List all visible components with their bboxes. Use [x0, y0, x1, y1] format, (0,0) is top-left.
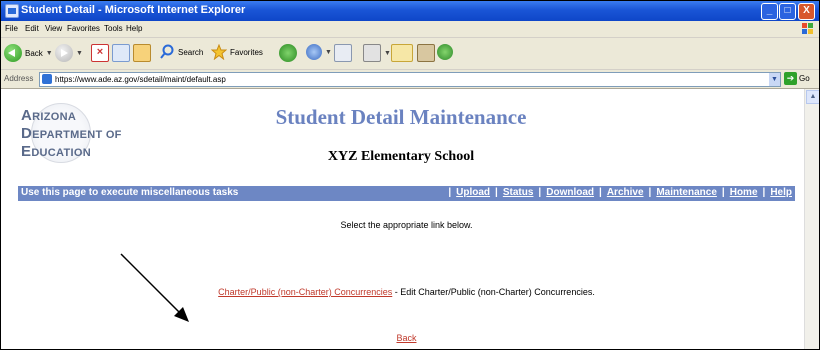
- address-input[interactable]: https://www.ade.az.gov/sdetail/maint/def…: [39, 72, 781, 87]
- menu-tools[interactable]: Tools: [104, 24, 123, 33]
- mail-icon: [334, 44, 352, 62]
- messenger-icon: [437, 44, 453, 60]
- nav-separator: |: [721, 187, 725, 198]
- menu-bar: File Edit View Favorites Tools Help: [1, 21, 819, 38]
- nav-hint: Use this page to execute miscellaneous t…: [21, 187, 239, 198]
- scroll-up-icon[interactable]: ▲: [806, 90, 819, 104]
- folder-icon: [391, 44, 413, 62]
- nav-link-upload[interactable]: Upload: [456, 187, 490, 198]
- search-button[interactable]: Search: [159, 44, 203, 60]
- toolbar: Back ▼ ▼ × Search Favorites ▼ ▼: [1, 38, 819, 70]
- menu-favorites[interactable]: Favorites: [67, 24, 100, 33]
- address-label: Address: [4, 74, 34, 83]
- nav-link-status[interactable]: Status: [503, 187, 534, 198]
- media-button[interactable]: [279, 44, 297, 62]
- instruction-text: Select the appropriate link below.: [340, 220, 473, 230]
- stop-icon: ×: [91, 44, 109, 62]
- chevron-down-icon[interactable]: ▼: [769, 73, 780, 86]
- nav-bar: Use this page to execute miscellaneous t…: [18, 186, 795, 201]
- back-icon: [4, 44, 22, 62]
- media-icon: [279, 44, 297, 62]
- research-button[interactable]: [417, 44, 435, 62]
- refresh-icon: [112, 44, 130, 62]
- stop-button[interactable]: ×: [91, 44, 109, 62]
- search-icon: [160, 44, 174, 59]
- chevron-down-icon: ▼: [325, 48, 332, 56]
- concurrency-row: Charter/Public (non-Charter) Concurrenci…: [18, 287, 795, 297]
- favorites-button[interactable]: Favorites: [211, 44, 263, 60]
- favorites-star-icon: [211, 44, 227, 60]
- windows-logo-icon: [802, 23, 813, 34]
- search-label: Search: [178, 47, 204, 57]
- menu-file[interactable]: File: [5, 24, 18, 33]
- nav-link-home[interactable]: Home: [730, 187, 758, 198]
- menu-help[interactable]: Help: [126, 24, 142, 33]
- nav-link-download[interactable]: Download: [546, 187, 594, 198]
- edit-button[interactable]: [391, 44, 413, 62]
- home-icon: [133, 44, 151, 62]
- nav-separator: |: [448, 187, 452, 198]
- mail-button[interactable]: [334, 44, 352, 62]
- menu-edit[interactable]: Edit: [25, 24, 39, 33]
- go-label: Go: [799, 74, 810, 83]
- logo-line-education: EDUCATION: [21, 143, 91, 160]
- nav-link-archive[interactable]: Archive: [607, 187, 644, 198]
- go-button[interactable]: ➔ Go: [784, 72, 810, 85]
- print-icon: [363, 44, 381, 62]
- logo-line-department: DEPARTMENT OF: [21, 125, 122, 142]
- messenger-button[interactable]: [437, 44, 453, 60]
- minimize-button[interactable]: _: [761, 3, 778, 20]
- ie-app-icon: [5, 4, 19, 18]
- chevron-down-icon: ▼: [384, 49, 391, 57]
- ie-page-icon: [42, 74, 52, 84]
- nav-links: | Upload | Status | Download | Archive |…: [443, 187, 795, 198]
- title-bar: Student Detail - Microsoft Internet Expl…: [1, 1, 819, 21]
- research-icon: [417, 44, 435, 62]
- back-link[interactable]: Back: [396, 333, 416, 343]
- nav-separator: |: [495, 187, 498, 198]
- close-button[interactable]: X: [798, 3, 815, 20]
- school-name: XYZ Elementary School: [327, 149, 475, 164]
- logo-line-arizona: ARIZONA: [21, 107, 77, 124]
- window-title: Student Detail - Microsoft Internet Expl…: [21, 4, 246, 16]
- concurrency-link[interactable]: Charter/Public (non-Charter) Concurrenci…: [218, 287, 392, 297]
- refresh-button[interactable]: [112, 44, 130, 62]
- forward-icon: [55, 44, 73, 62]
- chevron-down-icon: ▼: [76, 49, 83, 57]
- nav-separator: |: [599, 187, 602, 198]
- maximize-button[interactable]: □: [779, 3, 796, 20]
- nav-separator: |: [538, 187, 542, 198]
- nav-link-maintenance[interactable]: Maintenance: [656, 187, 717, 198]
- address-url: https://www.ade.az.gov/sdetail/maint/def…: [55, 75, 226, 84]
- back-row: Back: [18, 333, 795, 343]
- favorites-label: Favorites: [230, 47, 263, 57]
- nav-link-help[interactable]: Help: [770, 187, 795, 198]
- page-title: Student Detail Maintenance: [275, 105, 527, 129]
- forward-button[interactable]: ▼: [55, 44, 83, 62]
- nav-separator: |: [648, 187, 652, 198]
- history-icon: [306, 44, 322, 60]
- back-label: Back: [25, 48, 43, 58]
- go-arrow-icon: ➔: [784, 72, 797, 85]
- ade-logo: ARIZONA DEPARTMENT OF EDUCATION: [21, 103, 136, 165]
- history-button[interactable]: ▼: [306, 44, 332, 60]
- vertical-scrollbar[interactable]: ▲: [804, 89, 819, 349]
- menu-view[interactable]: View: [45, 24, 62, 33]
- browser-window: Student Detail - Microsoft Internet Expl…: [0, 0, 820, 350]
- back-button[interactable]: Back ▼: [4, 44, 53, 62]
- concurrency-description: - Edit Charter/Public (non-Charter) Conc…: [392, 287, 595, 297]
- chevron-down-icon: ▼: [45, 49, 53, 57]
- print-button[interactable]: ▼: [363, 44, 391, 62]
- nav-separator: |: [762, 187, 766, 198]
- home-button[interactable]: [133, 44, 151, 62]
- address-bar: Address https://www.ade.az.gov/sdetail/m…: [1, 70, 819, 89]
- page-content: ARIZONA DEPARTMENT OF EDUCATION Student …: [1, 89, 804, 349]
